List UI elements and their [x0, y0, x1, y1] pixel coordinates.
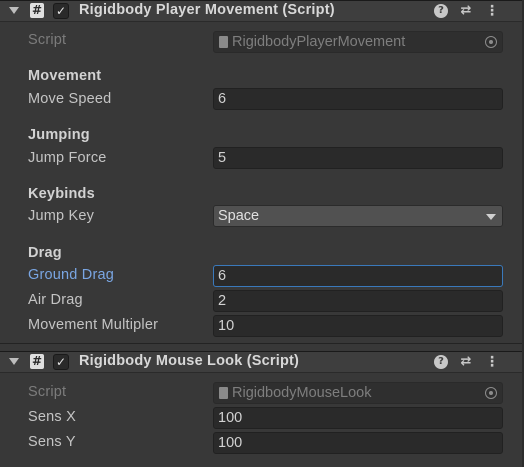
movement-multiplier-field[interactable]: 10 — [213, 315, 503, 337]
jump-force-field[interactable]: 5 — [213, 147, 503, 169]
object-picker-icon[interactable] — [485, 387, 497, 399]
ground-drag-label: Ground Drag — [28, 267, 115, 283]
component-header-player-movement[interactable]: # ✓ Rigidbody Player Movement (Script) ?… — [0, 0, 524, 22]
section-header-keybinds: Keybinds — [28, 186, 95, 202]
section-header-drag: Drag — [28, 245, 62, 261]
move-speed-field[interactable]: 6 — [213, 88, 503, 110]
script-object-name: RigidbodyMouseLook — [232, 385, 372, 401]
component-title: Rigidbody Player Movement (Script) — [79, 2, 335, 18]
script-file-icon — [219, 36, 228, 48]
object-picker-icon[interactable] — [485, 36, 497, 48]
script-object-name: RigidbodyPlayerMovement — [232, 34, 406, 50]
ground-drag-field[interactable]: 6 — [213, 265, 503, 287]
script-object-field[interactable]: RigidbodyMouseLook — [213, 382, 503, 404]
move-speed-label: Move Speed — [28, 91, 112, 107]
sens-y-label: Sens Y — [28, 434, 76, 450]
foldout-arrow-icon[interactable] — [9, 7, 19, 14]
jump-key-dropdown[interactable]: Space — [213, 205, 503, 227]
presets-icon[interactable]: ⇄ — [458, 3, 474, 19]
script-label: Script — [28, 384, 67, 400]
script-label: Script — [28, 32, 67, 48]
script-icon: # — [30, 3, 44, 18]
script-file-icon — [219, 387, 228, 399]
jump-key-label: Jump Key — [28, 208, 95, 224]
section-header-jumping: Jumping — [28, 127, 90, 143]
air-drag-label: Air Drag — [28, 292, 83, 308]
sens-x-label: Sens X — [28, 409, 76, 425]
air-drag-field[interactable]: 2 — [213, 290, 503, 312]
component-header-mouse-look[interactable]: # ✓ Rigidbody Mouse Look (Script) ? ⇄ ⋮ — [0, 351, 524, 373]
enabled-checkbox[interactable]: ✓ — [53, 354, 69, 370]
foldout-arrow-icon[interactable] — [9, 358, 19, 365]
dropdown-arrow-icon — [486, 214, 496, 220]
section-header-movement: Movement — [28, 68, 102, 84]
help-icon[interactable]: ? — [434, 355, 448, 369]
script-icon: # — [30, 354, 44, 369]
jump-force-label: Jump Force — [28, 150, 107, 166]
jump-key-value: Space — [218, 208, 260, 224]
component-title: Rigidbody Mouse Look (Script) — [79, 353, 300, 369]
sens-x-field[interactable]: 100 — [213, 407, 503, 429]
script-object-field[interactable]: RigidbodyPlayerMovement — [213, 31, 503, 53]
kebab-menu-icon[interactable]: ⋮ — [485, 3, 499, 19]
component-divider — [0, 343, 524, 344]
movement-multiplier-label: Movement Multipler — [28, 317, 159, 333]
kebab-menu-icon[interactable]: ⋮ — [485, 354, 499, 370]
sens-y-field[interactable]: 100 — [213, 432, 503, 454]
help-icon[interactable]: ? — [434, 4, 448, 18]
inspector-panel: # ✓ Rigidbody Player Movement (Script) ?… — [0, 0, 524, 467]
presets-icon[interactable]: ⇄ — [458, 354, 474, 370]
enabled-checkbox[interactable]: ✓ — [53, 3, 69, 19]
